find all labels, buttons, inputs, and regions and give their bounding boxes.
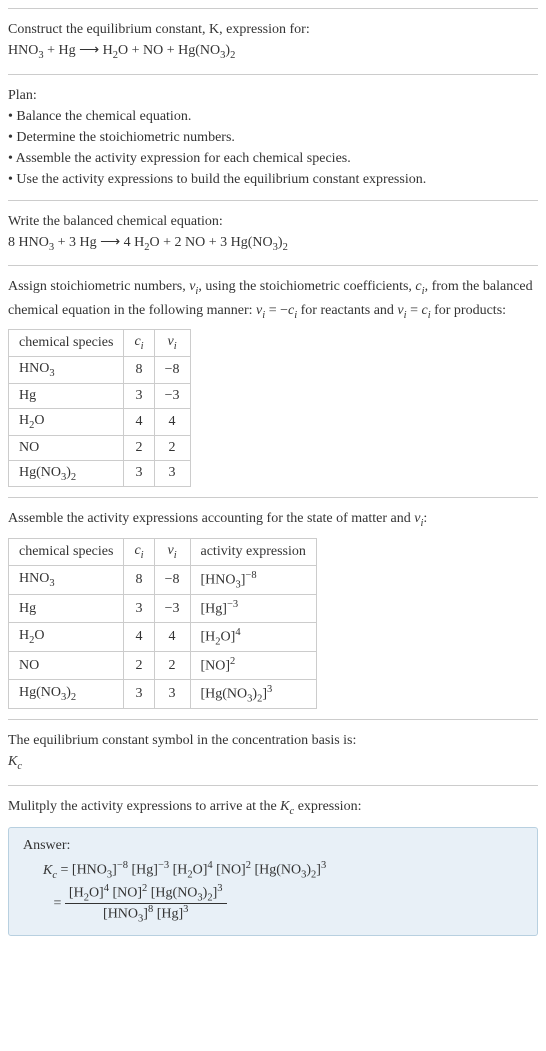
nui-cell: 4 (154, 622, 190, 651)
table-header: ci (124, 538, 154, 565)
balanced-section: Write the balanced chemical equation: 8 … (8, 200, 538, 266)
table-header-row: chemical species ci νi (9, 330, 191, 357)
species-cell: HNO3 (9, 565, 124, 594)
activity-cell: [NO]2 (190, 652, 316, 680)
assign-section: Assign stoichiometric numbers, νi, using… (8, 265, 538, 497)
activity-heading: Assemble the activity expressions accoun… (8, 508, 538, 532)
unbalanced-equation: HNO3 + Hg ⟶ H2O + NO + Hg(NO3)2 (8, 40, 538, 64)
kc-expression-line2: = [H2O]4 [NO]2 [Hg(NO3)2]3[HNO3]8 [Hg]3 (43, 883, 523, 925)
table-row: Hg 3 −3 (9, 383, 191, 408)
kc-symbol: Kc (8, 751, 538, 775)
table-row: Hg(NO3)2 3 3 (9, 460, 191, 487)
table-header-row: chemical species ci νi activity expressi… (9, 538, 317, 565)
ci-cell: 4 (124, 408, 154, 435)
multiply-section: Mulitply the activity expressions to arr… (8, 785, 538, 946)
nui-cell: 3 (154, 460, 190, 487)
species-cell: Hg (9, 595, 124, 623)
species-cell: HNO3 (9, 356, 124, 383)
table-header: νi (154, 538, 190, 565)
ci-cell: 3 (124, 383, 154, 408)
plan-item: • Use the activity expressions to build … (8, 169, 538, 190)
intro-section: Construct the equilibrium constant, K, e… (8, 8, 538, 74)
table-row: NO 2 2 [NO]2 (9, 652, 317, 680)
species-cell: Hg(NO3)2 (9, 460, 124, 487)
ci-cell: 8 (124, 356, 154, 383)
table-row: H2O 4 4 [H2O]4 (9, 622, 317, 651)
ci-cell: 3 (124, 460, 154, 487)
activity-cell: [Hg(NO3)2]3 (190, 679, 316, 708)
plan-heading: Plan: (8, 85, 538, 106)
stoichiometry-table: chemical species ci νi HNO3 8 −8 Hg 3 −3… (8, 329, 191, 487)
species-cell: NO (9, 435, 124, 460)
symbol-text: The equilibrium constant symbol in the c… (8, 730, 538, 751)
table-row: HNO3 8 −8 (9, 356, 191, 383)
table-row: HNO3 8 −8 [HNO3]−8 (9, 565, 317, 594)
balanced-equation: 8 HNO3 + 3 Hg ⟶ 4 H2O + 2 NO + 3 Hg(NO3)… (8, 232, 538, 256)
table-header: chemical species (9, 538, 124, 565)
activity-cell: [H2O]4 (190, 622, 316, 651)
symbol-section: The equilibrium constant symbol in the c… (8, 719, 538, 785)
answer-content: Kc = [HNO3]−8 [Hg]−3 [H2O]4 [NO]2 [Hg(NO… (43, 860, 523, 924)
nui-cell: −8 (154, 565, 190, 594)
construct-text: Construct the equilibrium constant, K, e… (8, 19, 538, 40)
species-cell: H2O (9, 622, 124, 651)
table-row: H2O 4 4 (9, 408, 191, 435)
ci-cell: 8 (124, 565, 154, 594)
nui-cell: 3 (154, 679, 190, 708)
species-cell: NO (9, 652, 124, 680)
nui-cell: 2 (154, 435, 190, 460)
activity-cell: [Hg]−3 (190, 595, 316, 623)
plan-section: Plan: • Balance the chemical equation. •… (8, 74, 538, 200)
ci-cell: 3 (124, 679, 154, 708)
table-row: NO 2 2 (9, 435, 191, 460)
nui-cell: 2 (154, 652, 190, 680)
plan-item: • Balance the chemical equation. (8, 106, 538, 127)
ci-cell: 2 (124, 652, 154, 680)
ci-cell: 3 (124, 595, 154, 623)
answer-label: Answer: (23, 838, 523, 854)
ci-cell: 2 (124, 435, 154, 460)
species-cell: Hg (9, 383, 124, 408)
ci-cell: 4 (124, 622, 154, 651)
table-header: chemical species (9, 330, 124, 357)
activity-table: chemical species ci νi activity expressi… (8, 538, 317, 709)
answer-box: Answer: Kc = [HNO3]−8 [Hg]−3 [H2O]4 [NO]… (8, 827, 538, 935)
table-row: Hg(NO3)2 3 3 [Hg(NO3)2]3 (9, 679, 317, 708)
balanced-heading: Write the balanced chemical equation: (8, 211, 538, 232)
table-header: ci (124, 330, 154, 357)
species-cell: H2O (9, 408, 124, 435)
plan-item: • Assemble the activity expression for e… (8, 148, 538, 169)
nui-cell: −3 (154, 595, 190, 623)
table-row: Hg 3 −3 [Hg]−3 (9, 595, 317, 623)
activity-section: Assemble the activity expressions accoun… (8, 497, 538, 719)
kc-expression-line1: Kc = [HNO3]−8 [Hg]−3 [H2O]4 [NO]2 [Hg(NO… (43, 860, 523, 880)
table-header: activity expression (190, 538, 316, 565)
table-header: νi (154, 330, 190, 357)
assign-text: Assign stoichiometric numbers, νi, using… (8, 276, 538, 323)
species-cell: Hg(NO3)2 (9, 679, 124, 708)
nui-cell: 4 (154, 408, 190, 435)
nui-cell: −8 (154, 356, 190, 383)
plan-item: • Determine the stoichiometric numbers. (8, 127, 538, 148)
activity-cell: [HNO3]−8 (190, 565, 316, 594)
multiply-text: Mulitply the activity expressions to arr… (8, 796, 538, 820)
nui-cell: −3 (154, 383, 190, 408)
